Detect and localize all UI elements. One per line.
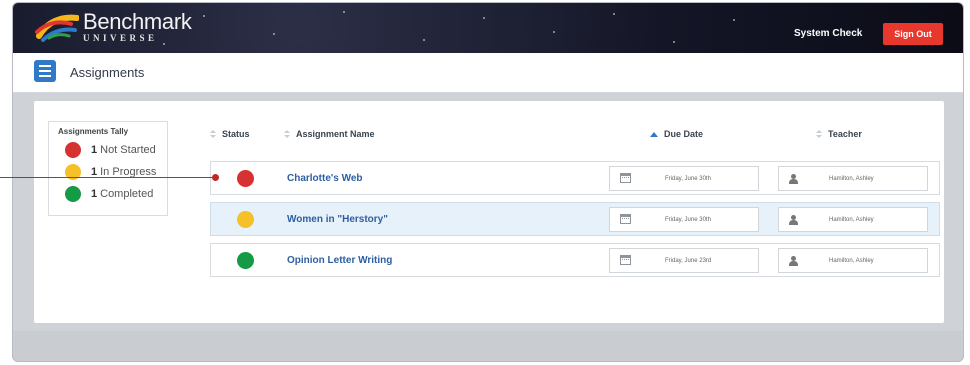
column-header-assignment-name[interactable]: Assignment Name (284, 129, 375, 139)
teacher-field: Hamilton, Ashley (778, 248, 928, 273)
table-row[interactable]: Charlotte's Web Friday, June 30th Hamilt… (210, 161, 940, 195)
callout-pointer-line (0, 177, 215, 178)
system-check-link[interactable]: System Check (794, 28, 862, 39)
status-not-started-icon (237, 170, 254, 187)
column-header-label: Assignment Name (296, 129, 375, 139)
tally-label: Not Started (100, 144, 156, 156)
logo-wordmark: Benchmark (83, 9, 192, 34)
sign-out-button[interactable]: Sign Out (883, 23, 943, 45)
teacher-name: Hamilton, Ashley (829, 258, 874, 264)
app-window: Benchmark UNIVERSE System Check Sign Out… (12, 2, 964, 362)
calendar-icon (620, 173, 631, 183)
assignments-tally: Assignments Tally 1 Not Started 1 In Pro… (48, 121, 168, 216)
calendar-icon (620, 255, 631, 265)
due-date-field: Friday, June 30th (609, 166, 759, 191)
teacher-field: Hamilton, Ashley (778, 166, 928, 191)
page-header-bar: Assignments (13, 53, 963, 93)
person-icon (789, 256, 798, 266)
tally-label: Completed (100, 188, 154, 200)
column-header-label: Due Date (664, 129, 704, 139)
due-date-text: Friday, June 30th (665, 217, 711, 223)
due-date-text: Friday, June 30th (665, 176, 711, 182)
person-icon (789, 215, 798, 225)
teacher-name: Hamilton, Ashley (829, 176, 874, 182)
tally-count: 1 (91, 144, 98, 156)
status-in-progress-icon (237, 211, 254, 228)
column-header-label: Teacher (828, 129, 862, 139)
column-header-label: Status (222, 129, 250, 139)
table-row[interactable]: Women in "Herstory" Friday, June 30th Ha… (210, 202, 940, 236)
calendar-icon (620, 214, 631, 224)
due-date-text: Friday, June 23rd (665, 258, 712, 264)
tally-item-not-started: 1 Not Started (65, 142, 156, 158)
assignments-panel: Assignments Tally 1 Not Started 1 In Pro… (34, 101, 944, 323)
person-icon (789, 174, 798, 184)
due-date-field: Friday, June 23rd (609, 248, 759, 273)
sort-ascending-icon (650, 131, 658, 137)
tally-count: 1 (91, 188, 98, 200)
hamburger-menu-icon[interactable] (34, 60, 56, 82)
benchmark-universe-logo[interactable]: Benchmark UNIVERSE (35, 11, 192, 43)
completed-status-icon (65, 186, 81, 202)
column-header-due-date[interactable]: Due Date (650, 129, 703, 139)
top-navigation-bar: Benchmark UNIVERSE System Check Sign Out (13, 3, 963, 53)
column-header-status[interactable]: Status (210, 129, 250, 139)
assignment-name-link[interactable]: Women in "Herstory" (287, 214, 388, 225)
callout-pointer-dot (212, 174, 219, 181)
footer-band (13, 331, 963, 361)
tally-item-completed: 1 Completed (65, 186, 153, 202)
sort-icon (210, 129, 216, 139)
tally-title: Assignments Tally (58, 127, 129, 136)
page-title: Assignments (70, 65, 145, 80)
sort-icon (284, 129, 290, 139)
table-row[interactable]: Opinion Letter Writing Friday, June 23rd… (210, 243, 940, 277)
teacher-name: Hamilton, Ashley (829, 217, 874, 223)
assignment-name-link[interactable]: Charlotte's Web (287, 173, 363, 184)
logo-subtitle: UNIVERSE (83, 33, 158, 43)
teacher-field: Hamilton, Ashley (778, 207, 928, 232)
due-date-field: Friday, June 30th (609, 207, 759, 232)
status-completed-icon (237, 252, 254, 269)
assignment-name-link[interactable]: Opinion Letter Writing (287, 255, 392, 266)
column-header-teacher[interactable]: Teacher (816, 129, 862, 139)
sort-icon (816, 129, 822, 139)
not-started-status-icon (65, 142, 81, 158)
logo-swoosh-icon (35, 12, 80, 42)
